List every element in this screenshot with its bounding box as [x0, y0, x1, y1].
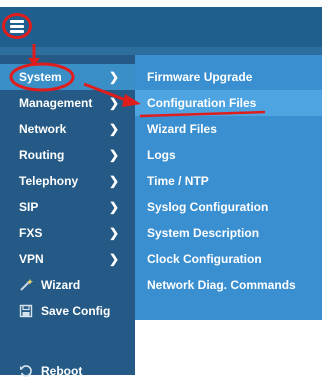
submenu-item-label: Syslog Configuration [147, 200, 269, 214]
sidebar-item-wizard[interactable]: Wizard [0, 272, 135, 298]
top-border [0, 0, 322, 7]
sidebar-item-save-config[interactable]: Save Config [0, 298, 135, 324]
sidebar-item-label: SIP [19, 200, 39, 214]
sidebar-item-label: Save Config [41, 304, 111, 318]
submenu-item-label: System Description [147, 226, 260, 240]
submenu-item-system-description[interactable]: System Description [135, 220, 322, 246]
app-header [0, 7, 322, 47]
wand-icon [19, 278, 33, 292]
sidebar-item-routing[interactable]: Routing ❯ [0, 142, 135, 168]
sidebar-item-management[interactable]: Management ❯ [0, 90, 135, 116]
sidebar-item-system[interactable]: System ❯ [0, 64, 135, 90]
system-submenu: Firmware Upgrade Configuration Files Wiz… [135, 55, 322, 320]
chevron-right-icon: ❯ [108, 96, 119, 110]
sidebar-item-label: FXS [19, 226, 43, 240]
page-background [135, 320, 322, 375]
submenu-item-label: Time / NTP [147, 174, 209, 188]
sidebar-item-label: Wizard [41, 278, 81, 292]
menu-top-strip [0, 47, 322, 55]
sidebar-item-label: Reboot [41, 364, 83, 378]
sidebar-item-network[interactable]: Network ❯ [0, 116, 135, 142]
sidebar-item-label: Management [19, 96, 93, 110]
submenu-item-time-ntp[interactable]: Time / NTP [135, 168, 322, 194]
submenu-item-label: Wizard Files [147, 122, 217, 136]
reboot-icon [19, 364, 33, 378]
sidebar-item-telephony[interactable]: Telephony ❯ [0, 168, 135, 194]
sidebar-item-sip[interactable]: SIP ❯ [0, 194, 135, 220]
chevron-right-icon: ❯ [108, 200, 119, 214]
submenu-item-syslog-configuration[interactable]: Syslog Configuration [135, 194, 322, 220]
chevron-right-icon: ❯ [108, 70, 119, 84]
submenu-item-label: Logs [147, 148, 176, 162]
submenu-item-label: Network Diag. Commands [147, 278, 296, 292]
submenu-item-logs[interactable]: Logs [135, 142, 322, 168]
submenu-item-clock-configuration[interactable]: Clock Configuration [135, 246, 322, 272]
submenu-item-wizard-files[interactable]: Wizard Files [135, 116, 322, 142]
submenu-item-configuration-files[interactable]: Configuration Files [135, 90, 322, 116]
chevron-right-icon: ❯ [108, 148, 119, 162]
submenu-item-firmware-upgrade[interactable]: Firmware Upgrade [135, 64, 322, 90]
sidebar-item-label: VPN [19, 252, 44, 266]
chevron-right-icon: ❯ [108, 174, 119, 188]
submenu-item-label: Clock Configuration [147, 252, 262, 266]
submenu-item-network-diag-commands[interactable]: Network Diag. Commands [135, 272, 322, 298]
sidebar-item-label: Network [19, 122, 67, 136]
sidebar-item-reboot[interactable]: Reboot [0, 358, 135, 384]
chevron-right-icon: ❯ [108, 226, 119, 240]
chevron-right-icon: ❯ [108, 122, 119, 136]
sidebar-item-vpn[interactable]: VPN ❯ [0, 246, 135, 272]
sidebar-item-label: System [19, 70, 62, 84]
hamburger-icon[interactable] [8, 18, 26, 36]
submenu-item-label: Configuration Files [147, 96, 257, 110]
sidebar-item-label: Telephony [19, 174, 79, 188]
sidebar-item-label: Routing [19, 148, 65, 162]
submenu-item-label: Firmware Upgrade [147, 70, 253, 84]
chevron-right-icon: ❯ [108, 252, 119, 266]
sidebar-item-fxs[interactable]: FXS ❯ [0, 220, 135, 246]
save-icon [19, 304, 33, 318]
